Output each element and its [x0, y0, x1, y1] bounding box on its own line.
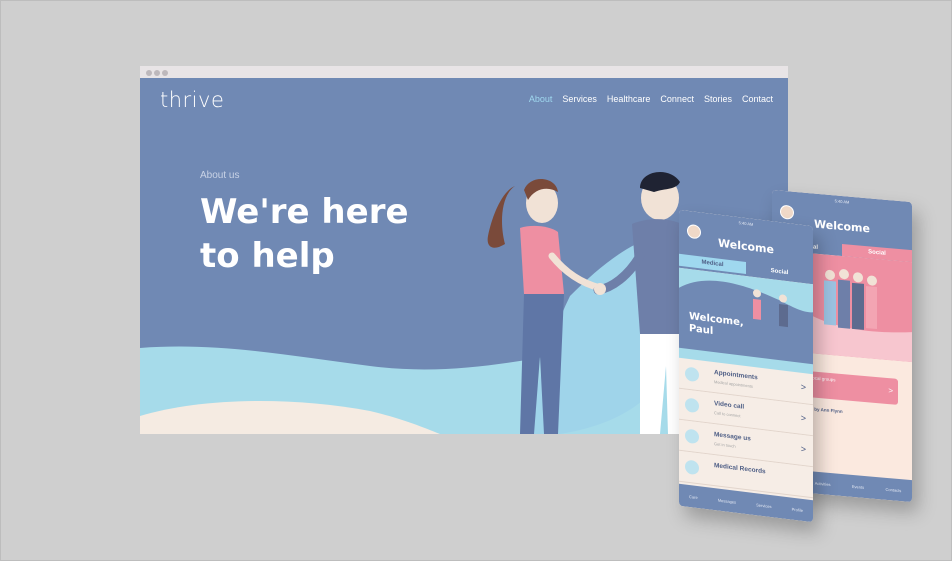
section-eyebrow: About us: [200, 170, 240, 181]
chevron-right-icon: >: [800, 381, 806, 393]
menu-item-title: Medical Records: [714, 462, 766, 476]
menu-item-subtitle: Medical appointments: [714, 379, 753, 389]
bottom-nav-contacts[interactable]: Contacts: [886, 486, 902, 492]
calendar-icon: [685, 366, 699, 383]
nav-item-contact[interactable]: Contact: [742, 94, 773, 104]
chevron-right-icon: >: [800, 412, 806, 424]
chevron-right-icon: >: [800, 443, 806, 455]
bottom-nav-care[interactable]: Care: [689, 494, 698, 500]
chevron-right-icon: >: [888, 386, 893, 396]
main-nav: About Services Healthcare Connect Storie…: [529, 94, 773, 104]
hero-line-1: We're here: [200, 192, 409, 232]
bottom-nav-activities[interactable]: Activities: [815, 480, 831, 486]
nav-item-about[interactable]: About: [529, 94, 553, 104]
nav-item-stories[interactable]: Stories: [704, 94, 732, 104]
phone-medical-screen: 5:40 AM Welcome Medical Social Welcome, …: [679, 209, 813, 523]
records-icon: [685, 459, 699, 476]
bottom-nav-messages[interactable]: Messages: [718, 497, 736, 504]
nav-item-services[interactable]: Services: [562, 94, 597, 104]
bottom-nav-profile[interactable]: Profile: [792, 506, 803, 512]
video-icon: [685, 397, 699, 414]
menu-item-title: Video call: [714, 400, 745, 411]
message-icon: [685, 428, 699, 445]
hero-heading: We're here to help: [200, 190, 409, 278]
hero-line-2: to help: [200, 236, 335, 276]
bottom-nav-services[interactable]: Services: [756, 502, 771, 509]
brand-logo[interactable]: thrive: [160, 88, 224, 112]
bottom-nav-events[interactable]: Events: [852, 483, 864, 489]
nav-item-healthcare[interactable]: Healthcare: [607, 94, 651, 104]
nav-item-connect[interactable]: Connect: [660, 94, 694, 104]
menu-item-subtitle: Get in touch: [714, 441, 736, 449]
menu-item-subtitle: Call to connect: [714, 410, 741, 419]
